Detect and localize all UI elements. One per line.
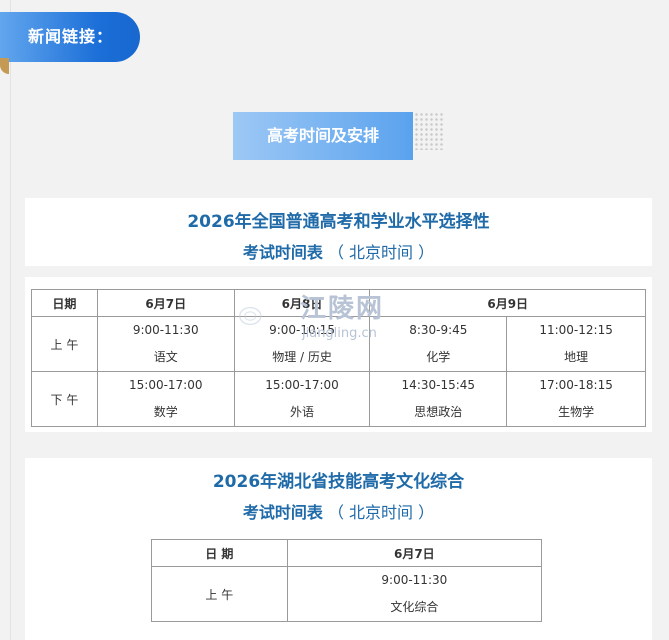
exam-time: 14:30-15:45 [401, 378, 476, 392]
exam-time: 11:00-12:15 [539, 323, 613, 337]
exam-subject: 地理 [564, 350, 589, 364]
morning-label: 上 午 [31, 316, 98, 372]
left-divider [10, 0, 11, 640]
table-cell: 8:30-9:45 化学 [369, 316, 508, 372]
table-header-row: 日 期 6月7日 [151, 539, 543, 567]
exam-subject: 外语 [290, 405, 315, 419]
exam-time: 15:00-17:00 [129, 378, 203, 392]
exam-subject: 化学 [426, 350, 451, 364]
exam-time: 8:30-9:45 [409, 323, 468, 337]
exam1-subtitle: 考试时间表 （ 北京时间 ） [25, 239, 652, 263]
table-cell: 15:00-17:00 外语 [233, 371, 371, 427]
dot-pattern-decoration [414, 112, 444, 150]
exam-time: 9:00-11:30 [132, 323, 199, 337]
afternoon-label: 下 午 [31, 371, 98, 427]
date-column-header: 日 期 [151, 539, 288, 567]
date-column-header: 日期 [31, 289, 98, 317]
exam2-schedule-table: 日 期 6月7日 上 午 9:00-11:30 文化综合 [151, 539, 543, 622]
exam-subject: 文化综合 [390, 600, 439, 614]
day-header-3: 6月9日 [369, 289, 646, 317]
table-cell: 17:00-18:15 生物学 [506, 371, 646, 427]
exam-time: 9:00-11:30 [381, 573, 448, 587]
exam1-title-card: 2026年全国普通高考和学业水平选择性 考试时间表 （ 北京时间 ） [25, 198, 652, 266]
table-cell: 9:00-11:30 文化综合 [286, 566, 543, 622]
morning-label: 上 午 [151, 566, 288, 622]
exam2-title: 2026年湖北省技能高考文化综合 [212, 472, 465, 492]
exam2-subtitle: 考试时间表 （ 北京时间 ） [25, 499, 652, 523]
watermark-text: 江陵网 [300, 294, 385, 324]
exam1-title: 2026年全国普通高考和学业水平选择性 [187, 212, 490, 232]
exam-subject: 数学 [153, 405, 178, 419]
table-cell: 15:00-17:00 数学 [96, 371, 235, 427]
exam2-timezone-note: （ 北京时间 ） [327, 503, 435, 522]
exam-subject: 语文 [153, 350, 178, 364]
day-header-1: 6月7日 [286, 539, 543, 567]
exam2-subtitle-main: 考试时间表 [242, 503, 323, 522]
exam-subject: 思想政治 [414, 405, 463, 419]
schedule-section-label: 高考时间及安排 [266, 126, 379, 145]
news-link-badge: 新闻链接： [0, 12, 140, 62]
table-cell: 11:00-12:15 地理 [506, 316, 646, 372]
exam-time: 15:00-17:00 [265, 378, 339, 392]
table-row-afternoon: 下 午 15:00-17:00 数学 15:00-17:00 外语 14:30-… [31, 371, 646, 427]
table-cell: 14:30-15:45 思想政治 [369, 371, 508, 427]
table-cell: 9:00-11:30 语文 [96, 316, 235, 372]
exam1-timezone-note: （ 北京时间 ） [327, 243, 435, 262]
exam1-subtitle-main: 考试时间表 [242, 243, 323, 262]
day-header-1: 6月7日 [96, 289, 235, 317]
news-badge-tab [0, 58, 9, 74]
watermark-url: jiangling.cn [302, 326, 377, 341]
table-row-morning: 上 午 9:00-11:30 文化综合 [151, 566, 543, 622]
exam-time: 17:00-18:15 [539, 378, 613, 392]
exam-subject: 生物学 [558, 405, 595, 419]
schedule-section-banner: 高考时间及安排 [233, 112, 413, 160]
news-link-label: 新闻链接： [28, 27, 114, 46]
exam-subject: 物理 / 历史 [272, 350, 332, 364]
